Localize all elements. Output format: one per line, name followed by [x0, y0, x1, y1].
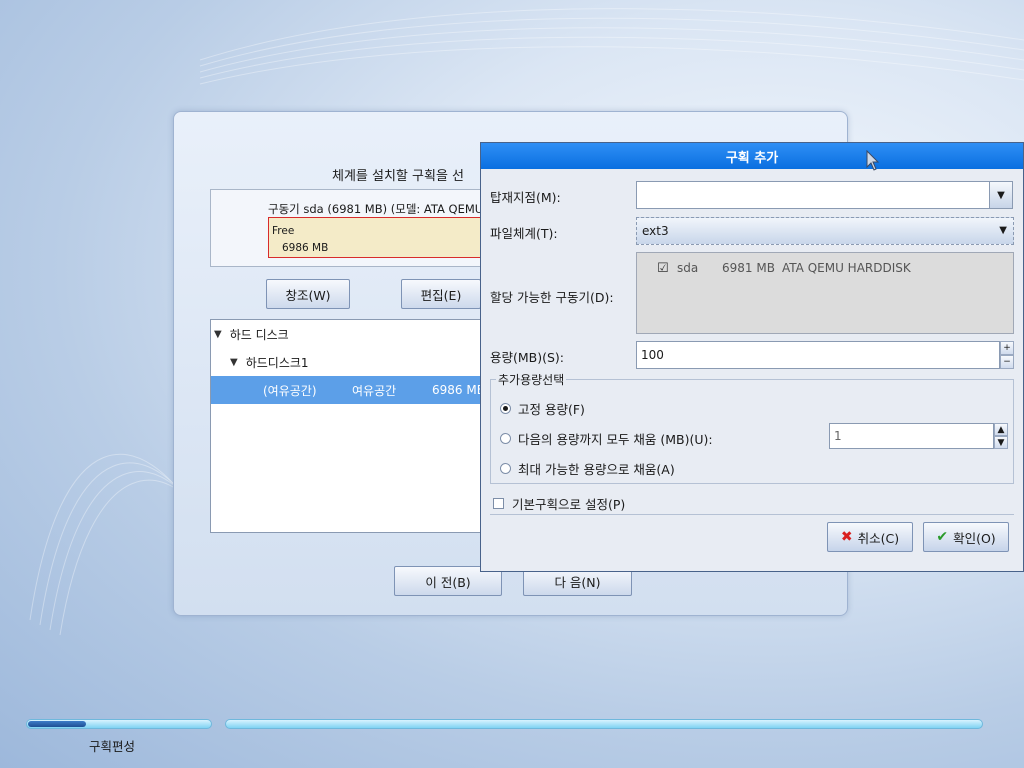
radio-icon [500, 463, 511, 474]
radio-fixed-label: 고정 용량(F) [518, 402, 585, 417]
mouse-cursor-icon [866, 150, 880, 171]
radio-icon [500, 433, 511, 444]
radio-fixed-size[interactable]: 고정 용량(F) [500, 399, 585, 418]
tree-cell-type: 여유공간 [352, 383, 397, 398]
radio-fill-max-label: 최대 가능한 용량으로 채움(A) [518, 462, 675, 477]
additional-size-options: 추가용량선택 고정 용량(F) 다음의 용량까지 모두 채움 (MB)(U): … [490, 371, 1014, 484]
primary-partition-checkbox[interactable]: 기본구획으로 설정(P) [493, 494, 625, 513]
size-spinner[interactable]: + − [1000, 341, 1014, 369]
cancel-label: 취소(C) [857, 530, 900, 546]
radio-selected-icon [500, 403, 511, 414]
step-progress-fill [28, 721, 86, 727]
plus-icon[interactable]: + [1000, 341, 1014, 355]
edit-button[interactable]: 편집(E) [401, 279, 481, 309]
checkbox-checked-icon[interactable]: ☑ [657, 261, 677, 276]
ok-button[interactable]: ✔ 확인(O) [923, 522, 1009, 552]
primary-partition-label: 기본구획으로 설정(P) [512, 497, 626, 512]
group-title: 추가용량선택 [496, 371, 567, 388]
expand-triangle-icon[interactable]: ▼ [230, 357, 238, 368]
installer-title: 체계를 설치할 구획을 선 [332, 169, 464, 184]
step-progress-bar [26, 719, 212, 729]
drive-name: sda [677, 261, 699, 275]
divider [490, 514, 1014, 515]
tree-disk-label: 하드디스크1 [245, 355, 309, 370]
mount-point-label: 탑재지점(M): [490, 190, 561, 205]
fill-to-input[interactable]: 1 [829, 423, 994, 449]
overall-progress-bar [225, 719, 983, 729]
tree-root-label: 하드 디스크 [229, 327, 289, 342]
radio-fill-to-size[interactable]: 다음의 용량까지 모두 채움 (MB)(U): [500, 429, 713, 448]
disk-label: 구동기 sda (6981 MB) (모델: ATA QEMU [268, 202, 484, 216]
chevron-down-icon: ▼ [999, 225, 1007, 236]
cancel-x-icon: ✖ [840, 529, 853, 545]
checkbox-icon [493, 498, 504, 509]
radio-fill-to-label: 다음의 용량까지 모두 채움 (MB)(U): [518, 432, 713, 447]
size-label: 용량(MB)(S): [490, 350, 565, 365]
minus-icon[interactable]: − [1000, 355, 1014, 369]
drive-list[interactable]: ☑ sda 6981 MB ATA QEMU HARDDISK [636, 252, 1014, 334]
cancel-button[interactable]: ✖ 취소(C) [827, 522, 913, 552]
create-button[interactable]: 창조(W) [266, 279, 350, 309]
ok-label: 확인(O) [953, 530, 996, 546]
drives-label: 할당 가능한 구동기(D): [490, 290, 614, 305]
mount-point-input[interactable] [636, 181, 990, 209]
chevron-down-icon[interactable]: ▼ [994, 436, 1008, 449]
expand-triangle-icon[interactable]: ▼ [214, 329, 222, 340]
chevron-up-icon[interactable]: ▲ [994, 423, 1008, 436]
drive-row-sda[interactable]: ☑ sda 6981 MB ATA QEMU HARDDISK [657, 261, 911, 276]
radio-fill-max[interactable]: 최대 가능한 용량으로 채움(A) [500, 459, 675, 478]
checkmark-icon: ✔ [936, 529, 949, 545]
add-partition-dialog: 구획 추가 탑재지점(M): ▼ 파일체계(T): ext3 ▼ 할당 가능한 … [480, 142, 1024, 572]
free-space-name: Free [272, 225, 295, 237]
step-label: 구획편성 [89, 739, 136, 754]
filesystem-label: 파일체계(T): [490, 226, 558, 241]
drive-model: ATA QEMU HARDDISK [782, 261, 911, 275]
mount-point-dropdown-button[interactable]: ▼ [989, 181, 1013, 209]
fill-to-spinner[interactable]: ▲ ▼ [994, 423, 1008, 449]
size-input[interactable]: 100 [636, 341, 1000, 369]
free-space-size: 6986 MB [282, 242, 329, 254]
chevron-down-icon: ▼ [997, 189, 1005, 201]
tree-cell-size: 6986 MB [432, 383, 485, 397]
dialog-title[interactable]: 구획 추가 [481, 143, 1023, 169]
filesystem-select[interactable]: ext3 ▼ [636, 217, 1014, 245]
tree-cell-device: (여유공간) [263, 383, 317, 398]
filesystem-value: ext3 [642, 224, 669, 238]
drive-size: 6981 MB [722, 261, 775, 275]
